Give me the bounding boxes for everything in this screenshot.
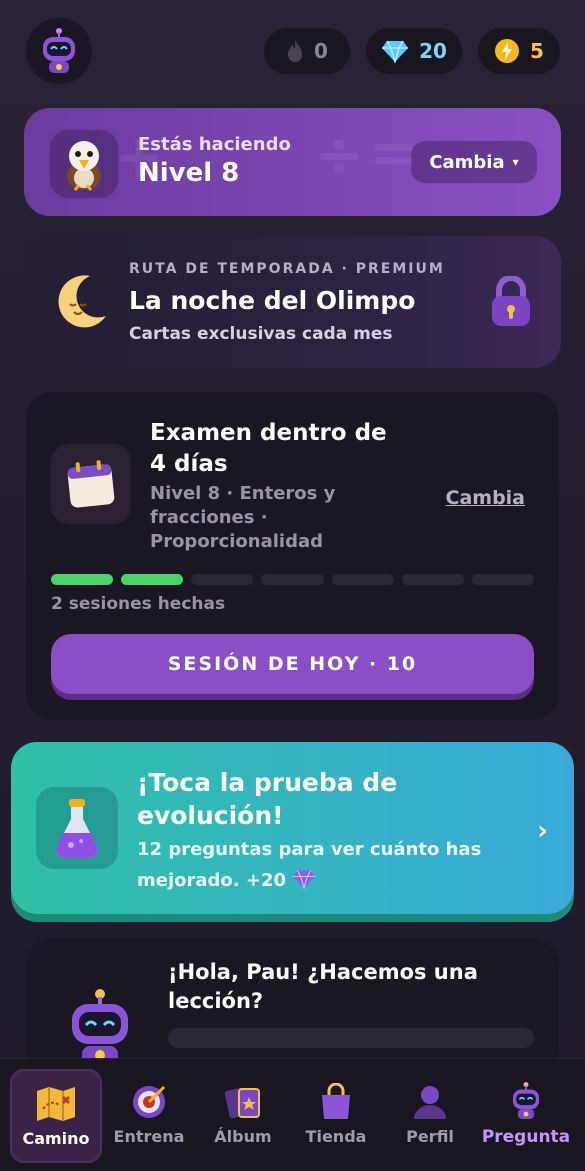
session-progress-segment xyxy=(261,574,324,585)
session-progress-segment xyxy=(471,574,534,585)
chevron-right-icon: › xyxy=(537,816,548,846)
nav-item-perfil[interactable]: Perfil xyxy=(386,1069,474,1159)
map-icon xyxy=(37,1086,75,1121)
target-icon xyxy=(133,1085,166,1118)
decor-divide: ÷ xyxy=(314,120,365,190)
lesson-greeting-card[interactable]: ¡Hola, Pau! ¿Hacemos una lección? xyxy=(26,938,559,1078)
potion-flask-icon xyxy=(56,799,98,858)
greeting-title: ¡Hola, Pau! ¿Hacemos una lección? xyxy=(168,960,478,1013)
streak-counter[interactable]: 0 xyxy=(264,28,350,74)
robot-icon xyxy=(512,1082,540,1119)
lesson-progress-track xyxy=(168,1028,534,1048)
user-icon xyxy=(414,1085,446,1119)
session-progress-segment xyxy=(331,574,394,585)
robot-icon xyxy=(43,28,75,73)
gems-counter[interactable]: 20 xyxy=(366,28,462,74)
gems-value: 20 xyxy=(419,39,447,63)
diamond-icon xyxy=(293,870,316,891)
diamond-icon xyxy=(382,40,409,63)
session-progress xyxy=(51,574,534,585)
energy-counter[interactable]: 5 xyxy=(478,28,560,74)
exam-title: Examen dentro de 4 días xyxy=(150,420,387,477)
evolution-title: ¡Toca la prueba de evolución! xyxy=(137,768,398,830)
exam-topics: Nivel 8 · Enteros y fracciones · Proporc… xyxy=(150,483,336,552)
nav-item-tienda[interactable]: Tienda xyxy=(292,1069,380,1159)
session-progress-segment xyxy=(51,574,114,585)
nav-label-album: Álbum xyxy=(214,1126,272,1146)
level-card: + ÷ = Estás haciendo Nivel 8 Cambia ▾ xyxy=(24,108,561,216)
change-level-label: Cambia xyxy=(429,151,505,173)
nav-label-camino: Camino xyxy=(22,1128,90,1148)
sessions-done-label: 2 sesiones hechas xyxy=(51,594,226,614)
nav-item-camino[interactable]: Camino xyxy=(10,1069,102,1163)
energy-value: 5 xyxy=(530,39,544,63)
robot-mascot-icon xyxy=(72,989,128,1068)
nav-item-entrena[interactable]: Entrena xyxy=(105,1069,193,1159)
nav-label-perfil: Perfil xyxy=(406,1126,454,1146)
cards-icon xyxy=(224,1087,260,1118)
eagle-mascot xyxy=(50,130,118,198)
season-description: Cartas exclusivas cada mes xyxy=(129,324,393,344)
nav-label-pregunta: Pregunta xyxy=(481,1127,571,1147)
calendar-tile xyxy=(51,444,131,524)
lock-icon xyxy=(492,276,530,326)
season-pass-card[interactable]: RUTA DE TEMPORADA · PREMIUM La noche del… xyxy=(24,236,561,368)
flame-icon xyxy=(288,40,303,62)
profile-avatar[interactable] xyxy=(26,18,92,84)
shopping-bag-icon xyxy=(322,1082,350,1119)
moon-icon xyxy=(58,275,106,328)
session-progress-segment xyxy=(121,574,184,585)
session-progress-segment xyxy=(401,574,464,585)
nav-label-tienda: Tienda xyxy=(305,1126,367,1146)
evolution-description: 12 preguntas para ver cuánto has mejorad… xyxy=(137,834,527,896)
change-exam-link[interactable]: Cambia xyxy=(446,487,526,509)
start-session-button[interactable]: SESIÓN DE HOY · 10 xyxy=(51,634,534,694)
chevron-down-icon: ▾ xyxy=(512,155,519,169)
nav-item-pregunta[interactable]: Pregunta xyxy=(480,1069,572,1159)
level-title: Nivel 8 xyxy=(138,158,240,188)
eagle-icon xyxy=(67,141,101,191)
change-level-button[interactable]: Cambia ▾ xyxy=(411,141,537,183)
lightning-icon xyxy=(495,39,520,63)
season-tag: RUTA DE TEMPORADA · PREMIUM xyxy=(129,261,445,277)
nav-label-entrena: Entrena xyxy=(113,1126,185,1146)
bottom-navigation: Camino Entrena Álbum Tienda Perfil Pregu… xyxy=(0,1058,585,1171)
evolution-test-card[interactable]: ¡Toca la prueba de evolución! 12 pregunt… xyxy=(11,742,574,914)
season-title: La noche del Olimpo xyxy=(129,286,416,315)
streak-value: 0 xyxy=(314,39,328,63)
exam-card: Examen dentro de 4 días Nivel 8 · Entero… xyxy=(26,392,559,720)
session-progress-segment xyxy=(191,574,254,585)
flask-tile xyxy=(36,787,118,869)
calendar-icon xyxy=(67,460,115,508)
level-subtitle: Estás haciendo xyxy=(138,134,291,155)
nav-item-album[interactable]: Álbum xyxy=(199,1069,287,1159)
